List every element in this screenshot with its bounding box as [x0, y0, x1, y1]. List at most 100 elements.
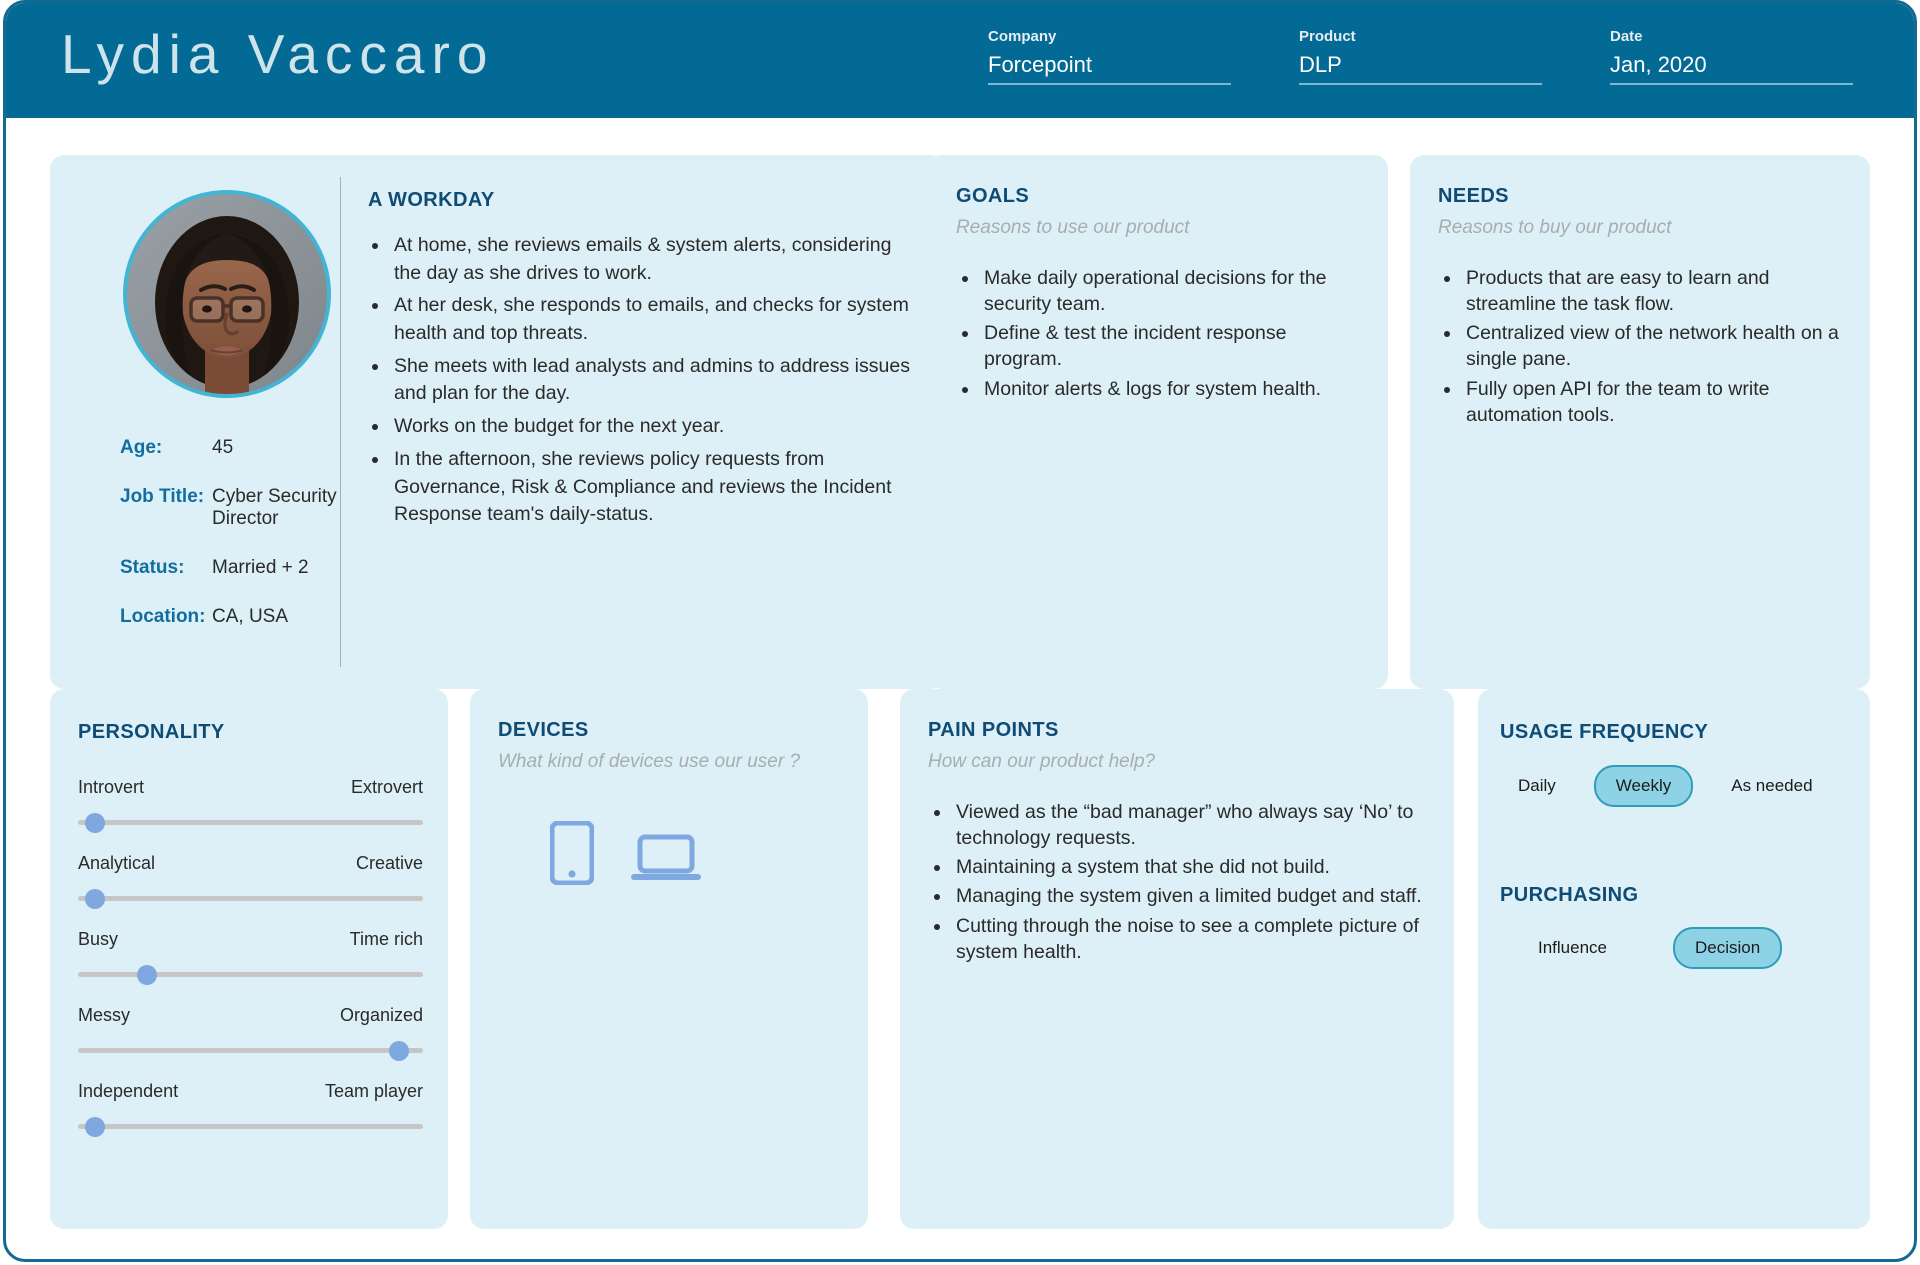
usage-option-daily[interactable]: Daily — [1498, 767, 1576, 805]
list-item: Products that are easy to learn and stre… — [1462, 265, 1848, 317]
list-item: Make daily operational decisions for the… — [980, 265, 1366, 317]
company-value[interactable]: Forcepoint — [988, 52, 1231, 85]
slider-track[interactable] — [78, 812, 423, 833]
slider-thumb[interactable] — [388, 1040, 409, 1061]
info-row-job-title: Job Title: Cyber Security Director — [120, 486, 375, 530]
slider-labels: Introvert Extrovert — [78, 777, 423, 798]
slider-labels: Independent Team player — [78, 1081, 423, 1102]
product-value[interactable]: DLP — [1299, 52, 1542, 85]
slider-labels: Busy Time rich — [78, 929, 423, 950]
list-item: Fully open API for the team to write aut… — [1462, 376, 1848, 428]
laptop-icon — [631, 834, 701, 880]
pain-points-title: PAIN POINTS — [928, 719, 1059, 741]
list-item: At home, she reviews emails & system ale… — [390, 232, 913, 287]
list-item: Viewed as the “bad manager” who always s… — [952, 799, 1432, 851]
profile-card: Age: 45 Job Title: Cyber Security Direct… — [50, 155, 945, 689]
date-value[interactable]: Jan, 2020 — [1610, 52, 1853, 85]
slider-independent-teamplayer[interactable]: Independent Team player — [78, 1081, 423, 1137]
slider-right-label: Creative — [355, 853, 423, 873]
slider-track[interactable] — [78, 888, 423, 909]
list-item: Works on the budget for the next year. — [390, 413, 913, 441]
slider-introvert-extrovert[interactable]: Introvert Extrovert — [78, 777, 423, 833]
persona-board: Lydia Vaccaro Company Forcepoint Product… — [3, 0, 1917, 1262]
avatar-photo-icon — [127, 194, 327, 394]
slider-track[interactable] — [78, 1116, 423, 1137]
slider-messy-organized[interactable]: Messy Organized — [78, 1005, 423, 1061]
date-label: Date — [1610, 28, 1643, 45]
status-label: Status: — [120, 557, 185, 578]
usage-option-weekly[interactable]: Weekly — [1593, 765, 1694, 807]
age-value: 45 — [212, 437, 234, 458]
page-header: Lydia Vaccaro Company Forcepoint Product… — [6, 3, 1914, 118]
slider-track[interactable] — [78, 964, 423, 985]
goals-subtitle: Reasons to use our product — [956, 217, 1190, 238]
pain-points-card: PAIN POINTS How can our product help? Vi… — [900, 689, 1454, 1229]
info-row-status: Status: Married + 2 — [120, 557, 375, 579]
slider-left-label: Analytical — [78, 853, 156, 873]
personality-sliders: Introvert Extrovert Analytical Creative — [78, 777, 423, 1157]
slider-busy-timerich[interactable]: Busy Time rich — [78, 929, 423, 985]
slider-analytical-creative[interactable]: Analytical Creative — [78, 853, 423, 909]
goals-list: Make daily operational decisions for the… — [980, 265, 1366, 402]
pain-points-list: Viewed as the “bad manager” who always s… — [952, 799, 1432, 965]
list-item: Cutting through the noise to see a compl… — [952, 913, 1432, 965]
needs-subtitle: Reasons to buy our product — [1438, 217, 1672, 238]
page-title: Lydia Vaccaro — [61, 23, 495, 85]
device-icon-row — [550, 821, 702, 885]
needs-card: NEEDS Reasons to buy our product Product… — [1410, 155, 1870, 689]
vertical-divider — [340, 177, 341, 667]
mobile-phone-icon — [550, 821, 594, 885]
slider-thumb[interactable] — [85, 812, 106, 833]
slider-right-label: Team player — [324, 1081, 423, 1101]
company-field[interactable]: Company Forcepoint — [988, 28, 1231, 85]
list-item: She meets with lead analysts and admins … — [390, 353, 913, 408]
slider-left-label: Independent — [78, 1081, 179, 1101]
slider-labels: Messy Organized — [78, 1005, 423, 1026]
list-item: In the afternoon, she reviews policy req… — [390, 446, 913, 529]
location-label: Location: — [120, 606, 206, 627]
usage-frequency-options: Daily Weekly As needed — [1498, 765, 1833, 807]
usage-option-as-needed[interactable]: As needed — [1711, 767, 1832, 805]
personality-title: PERSONALITY — [78, 721, 225, 743]
slider-thumb[interactable] — [85, 1116, 106, 1137]
slider-thumb[interactable] — [137, 964, 157, 985]
job-title-value: Cyber Security Director — [212, 486, 337, 529]
list-item: At her desk, she responds to emails, and… — [390, 292, 913, 347]
list-item: Maintaining a system that she did not bu… — [952, 854, 1432, 880]
slider-labels: Analytical Creative — [78, 853, 423, 874]
devices-content: DEVICES What kind of devices use our use… — [498, 719, 846, 773]
product-field[interactable]: Product DLP — [1299, 28, 1542, 85]
slider-thumb[interactable] — [85, 888, 106, 909]
workday-section: A WORKDAY At home, she reviews emails & … — [368, 189, 913, 534]
goals-title: GOALS — [956, 185, 1030, 207]
slider-left-label: Messy — [78, 1005, 131, 1025]
pain-points-content: PAIN POINTS How can our product help? Vi… — [928, 719, 1432, 968]
avatar — [123, 190, 331, 398]
info-row-location: Location: CA, USA — [120, 606, 375, 628]
needs-title: NEEDS — [1438, 185, 1509, 207]
purchasing-options: Influence Decision — [1518, 927, 1783, 969]
slider-left-label: Busy — [78, 929, 119, 949]
slider-right-label: Extrovert — [350, 777, 423, 797]
devices-card: DEVICES What kind of devices use our use… — [470, 689, 868, 1229]
workday-title: A WORKDAY — [368, 189, 495, 211]
slider-left-label: Introvert — [78, 777, 145, 797]
slider-track[interactable] — [78, 1040, 423, 1061]
profile-info-list: Age: 45 Job Title: Cyber Security Direct… — [120, 437, 375, 655]
date-field[interactable]: Date Jan, 2020 — [1610, 28, 1853, 85]
slider-right-label: Organized — [339, 1005, 423, 1025]
needs-content: NEEDS Reasons to buy our product Product… — [1438, 185, 1848, 431]
usage-frequency-title: USAGE FREQUENCY — [1500, 721, 1709, 743]
status-value: Married + 2 — [212, 557, 309, 578]
needs-list: Products that are easy to learn and stre… — [1462, 265, 1848, 428]
purchasing-option-influence[interactable]: Influence — [1518, 929, 1627, 967]
location-value: CA, USA — [212, 606, 289, 627]
devices-subtitle: What kind of devices use our user ? — [498, 751, 801, 772]
goals-content: GOALS Reasons to use our product Make da… — [956, 185, 1366, 405]
pain-points-subtitle: How can our product help? — [928, 751, 1156, 772]
list-item: Define & test the incident response prog… — [980, 320, 1366, 372]
age-label: Age: — [120, 437, 163, 458]
personality-card: PERSONALITY Introvert Extrovert Analytic… — [50, 689, 448, 1229]
product-label: Product — [1299, 28, 1356, 45]
purchasing-option-decision[interactable]: Decision — [1673, 927, 1783, 969]
